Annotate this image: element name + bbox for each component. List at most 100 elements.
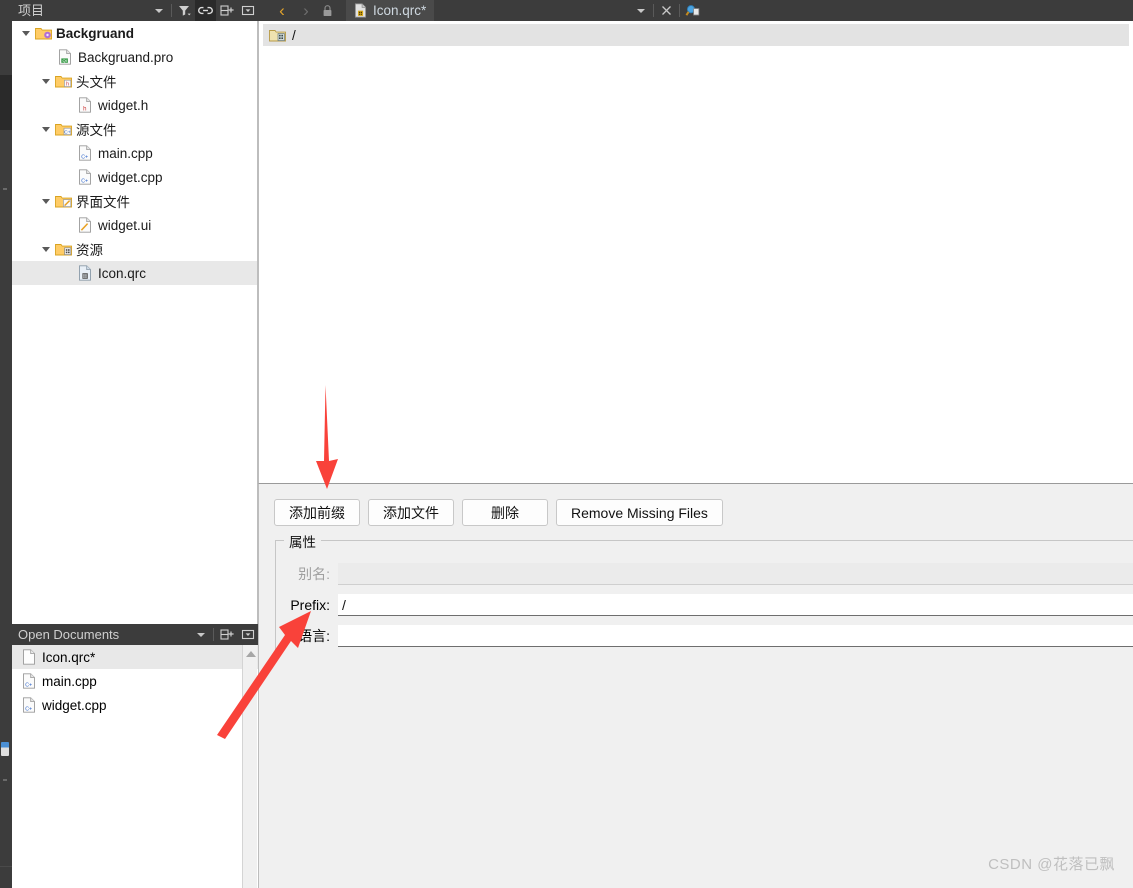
tree-row-headers-folder[interactable]: h 头文件 [12, 69, 257, 93]
tree-item-label: widget.ui [98, 217, 152, 233]
prefix-row: Prefix: / [276, 592, 1133, 618]
scroll-up-arrow-icon[interactable] [246, 651, 256, 657]
filter-dropdown-icon[interactable] [148, 0, 169, 21]
open-document-label: widget.cpp [42, 697, 107, 713]
csdn-watermark: CSDN @花落已飘 [988, 856, 1115, 873]
filter-icon[interactable] [174, 0, 195, 21]
svg-text:h: h [83, 107, 86, 113]
projects-dock-header: 项目 [12, 0, 258, 21]
toolbar-separator [653, 4, 655, 17]
project-tree[interactable]: Backgruand Qt Backgruand.pro h 头文件 h wid… [12, 21, 257, 622]
mode-icon-debug[interactable] [1, 742, 9, 756]
open-document-item[interactable]: Icon.qrc* [12, 645, 258, 669]
qt-creator-window: 项目 Backgruand Qt Backgruand.pro h 头文件 h … [0, 0, 1133, 888]
open-document-label: main.cpp [42, 673, 97, 689]
resource-editor-bottom-pane: 添加前缀 添加文件 删除 Remove Missing Files 属性 别名:… [258, 483, 1133, 888]
alias-label: 别名: [298, 566, 330, 582]
cpp-file-icon: C+ [76, 141, 94, 165]
expander-open-icon[interactable] [38, 189, 54, 213]
open-documents-list[interactable]: Icon.qrc* C+ main.cpp C+ widget.cpp [12, 645, 258, 888]
cpp-file-icon: C+ [20, 693, 38, 717]
alias-field[interactable] [338, 563, 1133, 585]
tree-row-sources-folder[interactable]: C+ 源文件 [12, 117, 257, 141]
remove-button[interactable]: 删除 [462, 499, 548, 526]
svg-text:C+: C+ [81, 178, 88, 184]
toolbar-separator [679, 4, 681, 17]
tree-item-label: Backgruand [56, 25, 135, 41]
editor-tab-icon-qrc[interactable]: Icon.qrc* [346, 0, 435, 21]
prefix-folder-icon [269, 28, 286, 42]
expander-open-icon[interactable] [18, 21, 34, 45]
mode-divider-upper [3, 188, 7, 190]
resource-prefix-label: / [292, 27, 296, 43]
expander-open-icon[interactable] [38, 117, 54, 141]
resource-action-buttons: 添加前缀 添加文件 删除 Remove Missing Files [274, 499, 723, 526]
properties-title: 属性 [284, 531, 321, 551]
cpp-file-icon: C+ [76, 165, 94, 189]
language-field[interactable] [338, 625, 1133, 647]
tree-row-pro-file[interactable]: Qt Backgruand.pro [12, 45, 257, 69]
lock-icon[interactable] [318, 4, 336, 17]
cpp-file-icon: C+ [20, 669, 38, 693]
open-document-item[interactable]: C+ main.cpp [12, 669, 258, 693]
expander-open-icon[interactable] [38, 237, 54, 261]
mode-selector-strip[interactable] [0, 0, 12, 888]
remove-missing-files-button[interactable]: Remove Missing Files [556, 499, 723, 526]
expander-open-icon[interactable] [38, 69, 54, 93]
tab-bar-tools [630, 0, 707, 21]
close-dock-icon[interactable] [237, 0, 258, 21]
ui-file-icon [76, 213, 94, 237]
tree-item-label: 源文件 [76, 123, 117, 138]
properties-groupbox: 属性 别名: Prefix: / 语言: [275, 531, 1133, 652]
svg-text:C+: C+ [25, 706, 32, 712]
tree-row-widget-h[interactable]: h widget.h [12, 93, 257, 117]
resource-editor-tree-area[interactable]: / [258, 21, 1133, 483]
tree-row-icon-qrc[interactable]: Icon.qrc [12, 261, 257, 285]
mode-active-indicator [0, 75, 12, 130]
alias-row: 别名: [276, 561, 1133, 587]
split-editor-icon[interactable] [682, 0, 703, 21]
split-add-icon[interactable] [216, 0, 237, 21]
status-bar-left [0, 866, 12, 888]
tree-row-resources-folder[interactable]: 资源 [12, 237, 257, 261]
open-document-label: Icon.qrc* [42, 649, 96, 665]
tree-row-main-cpp[interactable]: C+ main.cpp [12, 141, 257, 165]
resource-prefix-row[interactable]: / [263, 24, 1129, 46]
close-dock-icon[interactable] [237, 624, 258, 645]
tree-row-widget-ui[interactable]: widget.ui [12, 213, 257, 237]
language-row: 语言: [276, 623, 1133, 649]
open-documents-title: Open Documents [18, 627, 120, 642]
left-dock-panel: 项目 Backgruand Qt Backgruand.pro h 头文件 h … [12, 0, 258, 888]
tree-item-label: 资源 [76, 243, 103, 258]
prefix-field[interactable]: / [338, 594, 1133, 616]
dropdown-icon[interactable] [190, 624, 211, 645]
prefix-label: Prefix: [290, 597, 330, 613]
navigate-back-button[interactable]: ‹ [279, 2, 285, 19]
open-documents-toolbar [190, 624, 258, 645]
tree-item-label: widget.cpp [98, 169, 163, 185]
svg-text:h: h [66, 81, 69, 87]
split-add-icon[interactable] [216, 624, 237, 645]
tree-item-label: widget.h [98, 97, 149, 113]
tree-row-forms-folder[interactable]: 界面文件 [12, 189, 257, 213]
add-files-button[interactable]: 添加文件 [368, 499, 454, 526]
toolbar-separator [171, 4, 172, 17]
tree-item-label: Backgruand.pro [78, 49, 174, 65]
tab-dropdown-icon[interactable] [630, 0, 651, 21]
project-folder-icon [34, 21, 52, 45]
tree-row-project[interactable]: Backgruand [12, 21, 257, 45]
editor-tab-bar: ‹ › Icon.qrc* [258, 0, 1133, 21]
header-folder-icon: h [54, 69, 72, 93]
link-icon[interactable] [195, 0, 216, 21]
open-documents-scrollbar[interactable] [242, 645, 257, 888]
close-tab-icon[interactable] [656, 0, 677, 21]
tree-row-widget-cpp[interactable]: C+ widget.cpp [12, 165, 257, 189]
add-prefix-button[interactable]: 添加前缀 [274, 499, 360, 526]
open-document-item[interactable]: C+ widget.cpp [12, 693, 258, 717]
navigate-forward-button[interactable]: › [303, 2, 309, 19]
tree-item-label: Icon.qrc [98, 265, 147, 281]
projects-dock-toolbar [148, 0, 258, 21]
mode-divider-lower [3, 779, 7, 781]
editor-tab-label: Icon.qrc* [373, 3, 427, 18]
forms-folder-icon [54, 189, 72, 213]
